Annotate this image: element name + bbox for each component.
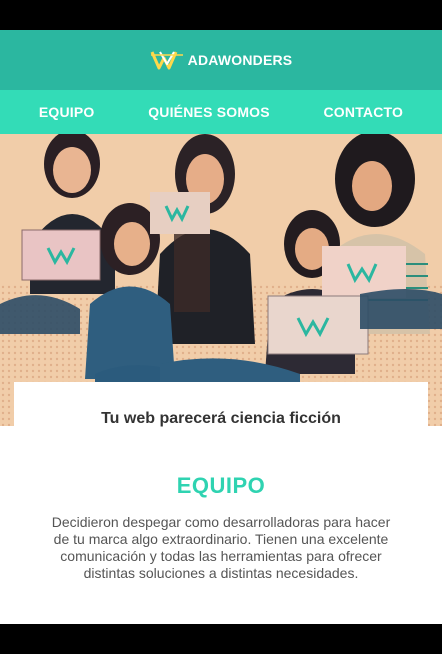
hero-tagline: Tu web parecerá ciencia ficción [101, 410, 341, 427]
section-description: Decidieron despegar como desarrolladoras… [51, 514, 391, 581]
laptop [21, 229, 101, 281]
top-bar [0, 0, 442, 30]
nav-link-contacto[interactable]: CONTACTO [324, 104, 404, 120]
adawonders-logo-icon [150, 51, 183, 70]
bottom-bar [0, 624, 442, 654]
laptop [150, 192, 210, 234]
nav-link-quienes-somos[interactable]: QUIÉNES SOMOS [148, 104, 270, 120]
brand[interactable]: ADAWONDERS [150, 49, 293, 71]
main-nav: EQUIPO QUIÉNES SOMOS CONTACTO [0, 90, 442, 134]
brand-name: ADAWONDERS [187, 52, 293, 68]
header: ADAWONDERS [0, 30, 442, 90]
section-title: EQUIPO [176, 473, 266, 498]
laptop [267, 295, 369, 355]
page: ADAWONDERS EQUIPO QUIÉNES SOMOS CONTACTO [0, 0, 442, 654]
nav-link-equipo[interactable]: EQUIPO [39, 104, 95, 120]
